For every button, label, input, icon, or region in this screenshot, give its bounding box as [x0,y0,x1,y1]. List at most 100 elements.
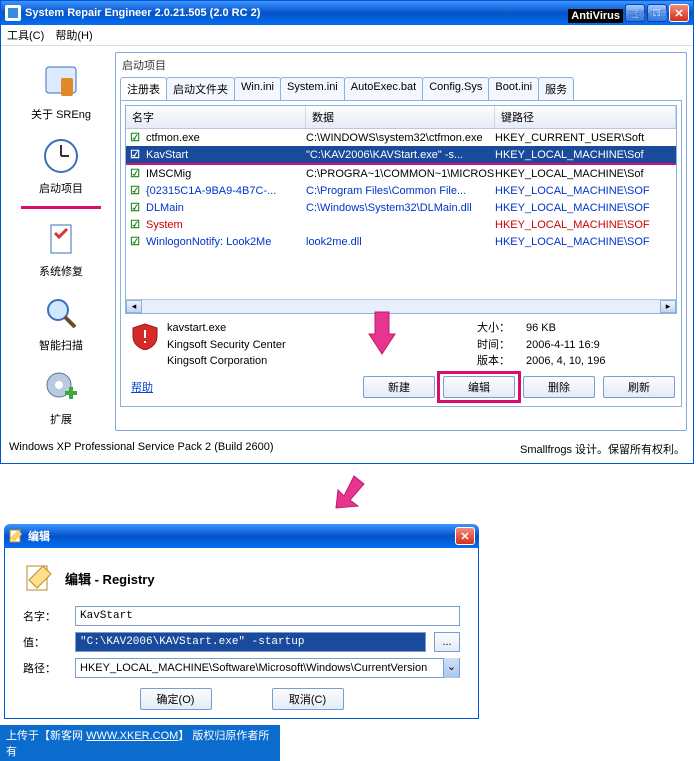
checkbox-icon[interactable]: ☑ [126,218,144,231]
cell-name: {02315C1A-9BA9-4B7C-... [144,185,306,197]
menu-help[interactable]: 帮助(H) [55,30,92,42]
cell-name: IMSCMig [144,168,306,180]
main-window: System Repair Engineer 2.0.21.505 (2.0 R… [0,0,694,464]
scroll-right[interactable]: ▸ [660,300,676,313]
cell-data: C:\PROGRA~1\COMMON~1\MICROS... [306,168,495,180]
list-header[interactable]: 名字 数据 键路径 [126,106,676,129]
cell-key: HKEY_LOCAL_MACHINE\SOF [495,202,676,214]
app-icon [5,5,21,21]
button-row: 帮助 新建 编辑 删除 刷新 [125,372,677,402]
cell-data: C:\WINDOWS\system32\ctfmon.exe [306,132,495,144]
tab-autoexec[interactable]: AutoExec.bat [344,77,423,100]
path-label: 路径： [23,660,67,676]
chevron-down-icon[interactable]: ⌄ [443,658,459,678]
status-bar: Windows XP Professional Service Pack 2 (… [1,437,693,463]
tab-configsys[interactable]: Config.Sys [422,77,489,100]
refresh-button[interactable]: 刷新 [603,376,675,398]
cell-key: HKEY_LOCAL_MACHINE\SOF [495,185,676,197]
antivirus-tag: AntiVirus海色の月 [568,7,671,23]
details-pane: kavstart.exe Kingsoft Security Center Ki… [125,314,677,372]
sidebar-item-repair[interactable]: 系统修复 [35,215,87,283]
dialog-titlebar[interactable]: 编辑 ✕ [4,524,479,548]
value-input[interactable] [75,632,426,652]
help-link[interactable]: 帮助 [131,379,153,395]
version-label: 版本： [477,353,510,370]
credit: Smallfrogs 设计。保留所有权利。 [520,441,685,457]
cell-name: DLMain [144,202,306,214]
tab-bootini[interactable]: Boot.ini [488,77,539,100]
cell-name: System [144,219,306,231]
cell-data: "C:\KAV2006\KAVStart.exe" -s... [306,149,495,161]
sidebar-item-scan[interactable]: 智能扫描 [35,289,87,357]
clock-icon [41,136,81,176]
magnifier-icon [41,293,81,333]
browse-button[interactable]: ... [434,632,460,652]
checkbox-icon[interactable]: ☑ [126,184,144,197]
checkbox-icon[interactable]: ☑ [126,235,144,248]
table-row[interactable]: ☑{02315C1A-9BA9-4B7C-...C:\Program Files… [126,182,676,199]
cell-key: HKEY_LOCAL_MACHINE\SOF [495,219,676,231]
tab-systemini[interactable]: System.ini [280,77,345,100]
tab-winini[interactable]: Win.ini [234,77,281,100]
tab-startup-folder[interactable]: 启动文件夹 [166,77,235,100]
cell-data: C:\Program Files\Common File... [306,185,495,197]
checkbox-icon[interactable]: ☑ [126,201,144,214]
scroll-track[interactable] [142,300,660,313]
cell-key: HKEY_LOCAL_MACHINE\Sof [495,168,676,180]
version-value: 2006, 4, 10, 196 [526,353,606,370]
menu-bar[interactable]: 工具(C) 帮助(H) [1,25,693,46]
edit-note-icon [23,562,55,594]
content-panel: 启动项目 注册表 启动文件夹 Win.ini System.ini AutoEx… [115,52,687,431]
about-icon [41,62,81,102]
tab-services[interactable]: 服务 [538,77,574,100]
upload-strip: 上传于【新客网 WWW.XKER.COM】 版权归原作者所有 [0,725,280,761]
tab-registry[interactable]: 注册表 [120,77,167,100]
os-info: Windows XP Professional Service Pack 2 (… [9,441,274,453]
table-row[interactable]: ☑DLMainC:\Windows\System32\DLMain.dllHKE… [126,199,676,216]
connector-arrow [0,464,696,520]
checkbox-icon[interactable]: ☑ [126,148,144,161]
dialog-icon [8,528,24,544]
close-button[interactable]: ✕ [669,4,689,22]
sidebar-item-about[interactable]: 关于 SREng [27,58,95,126]
col-header-key[interactable]: 键路径 [495,106,676,128]
list-view[interactable]: 名字 数据 键路径 ☑ctfmon.exeC:\WINDOWS\system32… [125,105,677,314]
dialog-close-button[interactable]: ✕ [455,527,475,545]
gear-plus-icon [41,367,81,407]
edit-button[interactable]: 编辑 [443,376,515,398]
sidebar: 关于 SREng 启动项目 系统修复 智能扫描 扩展 [7,52,115,431]
scroll-left[interactable]: ◂ [126,300,142,313]
size-label: 大小： [477,320,510,337]
table-row[interactable]: ☑System HKEY_LOCAL_MACHINE\SOF [126,216,676,233]
cancel-button[interactable]: 取消(C) [272,688,344,710]
repair-icon [41,219,81,259]
ok-button[interactable]: 确定(O) [140,688,212,710]
sidebar-item-extend[interactable]: 扩展 [37,363,85,431]
source-link[interactable]: WWW.XKER.COM [86,730,178,742]
cell-key: HKEY_LOCAL_MACHINE\Sof [495,149,676,161]
table-row[interactable]: ☑IMSCMigC:\PROGRA~1\COMMON~1\MICROS...HK… [126,165,676,182]
time-value: 2006-4-11 16:9 [526,337,606,354]
col-header-data[interactable]: 数据 [306,106,495,128]
checkbox-icon[interactable]: ☑ [126,131,144,144]
horizontal-scrollbar[interactable]: ◂ ▸ [126,299,676,313]
table-row[interactable]: ☑WinlogonNotify: Look2Melook2me.dllHKEY_… [126,233,676,250]
shield-icon [131,322,159,350]
time-label: 时间： [477,337,510,354]
cell-name: KavStart [144,149,306,161]
name-input[interactable] [75,606,460,626]
cell-data: look2me.dll [306,236,495,248]
table-row[interactable]: ☑KavStart"C:\KAV2006\KAVStart.exe" -s...… [126,146,676,163]
checkbox-icon[interactable]: ☑ [126,167,144,180]
detail-desc: Kingsoft Security Center [167,337,367,354]
sidebar-highlight [21,206,101,209]
table-row[interactable]: ☑ctfmon.exeC:\WINDOWS\system32\ctfmon.ex… [126,129,676,146]
cell-data: C:\Windows\System32\DLMain.dll [306,202,495,214]
col-header-name[interactable]: 名字 [126,106,306,128]
path-combo[interactable]: HKEY_LOCAL_MACHINE\Software\Microsoft\Wi… [75,658,460,678]
sidebar-item-startup[interactable]: 启动项目 [35,132,87,200]
menu-tools[interactable]: 工具(C) [7,30,44,42]
new-button[interactable]: 新建 [363,376,435,398]
delete-button[interactable]: 删除 [523,376,595,398]
pink-arrow-icon [367,310,397,356]
